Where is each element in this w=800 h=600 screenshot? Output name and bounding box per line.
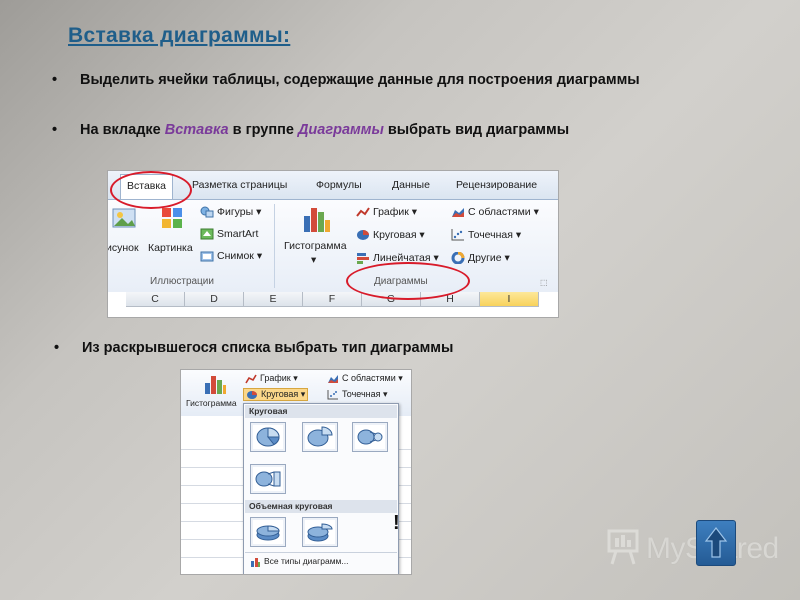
- column-header[interactable]: D: [185, 292, 244, 307]
- pie-button-active[interactable]: Круговая ▾: [243, 388, 309, 401]
- screenshot-button[interactable]: Снимок ▾: [200, 250, 262, 262]
- bar-of-pie-icon: [255, 471, 281, 487]
- tab-data[interactable]: Данные: [392, 179, 430, 191]
- tab-page-layout[interactable]: Разметка страницы: [192, 179, 287, 191]
- menu-divider: [245, 552, 397, 553]
- bullet-text: Выделить ячейки таблицы, содержащие данн…: [80, 72, 640, 88]
- all-charts-icon: [250, 557, 261, 567]
- bullet-text-1: На вкладке: [80, 122, 165, 138]
- bullet-select-type: • Из раскрывшегося списка выбрать тип ди…: [54, 340, 454, 356]
- slide-title: Вставка диаграммы:: [68, 24, 291, 47]
- group-separator: [274, 204, 275, 288]
- watermark-logo: MyShared: [606, 520, 779, 570]
- pie-chart-icon: [356, 229, 370, 241]
- dialog-launcher-icon[interactable]: ⬚: [540, 278, 548, 287]
- bullet-select-cells: • Выделить ячейки таблицы, содержащие да…: [52, 72, 640, 88]
- screenshot-icon: [200, 250, 214, 262]
- donut-chart-icon: [451, 251, 465, 265]
- pie-chart-icon: [246, 390, 258, 400]
- graph-button[interactable]: График ▾: [245, 373, 298, 384]
- 3d-exploded-pie-option[interactable]: [302, 517, 338, 547]
- group-illustrations-label: Иллюстрации: [150, 276, 214, 287]
- scatter-button[interactable]: Точечная ▾: [451, 229, 521, 241]
- up-arrow-icon: [704, 527, 728, 558]
- pie-chart-option[interactable]: [250, 422, 286, 452]
- bar-of-pie-option[interactable]: [250, 464, 286, 494]
- scatter-chart-icon: [451, 229, 465, 241]
- all-chart-types-item[interactable]: Все типы диаграмм...: [250, 556, 349, 567]
- bullet-dot: •: [52, 122, 58, 138]
- pie-dropdown-panel: Круговая Объемная круговая Все типы диаг…: [243, 403, 399, 574]
- line-chart-icon: [356, 206, 370, 218]
- highlight-circle-insert-tab: [110, 171, 192, 209]
- column-header[interactable]: F: [303, 292, 362, 307]
- tab-formulas[interactable]: Формулы: [316, 179, 362, 191]
- area-button[interactable]: С областями ▾: [327, 373, 403, 384]
- bar-chart-icon: [356, 252, 370, 265]
- 3d-pie-icon: [256, 525, 280, 541]
- bullet-text-3: в группе: [228, 122, 298, 138]
- histogram-icon[interactable]: [300, 202, 332, 234]
- line-chart-icon: [245, 374, 257, 384]
- clipart-button[interactable]: Картинка: [148, 242, 193, 254]
- pie-button[interactable]: Круговая ▾: [356, 229, 425, 241]
- area-chart-icon: [451, 206, 465, 218]
- column-header-selected[interactable]: I: [480, 292, 539, 307]
- pie-of-pie-icon: [357, 429, 383, 445]
- tab-review[interactable]: Рецензирование: [456, 179, 537, 191]
- shapes-button[interactable]: Фигуры ▾: [200, 206, 261, 218]
- column-header[interactable]: C: [126, 292, 185, 307]
- picture-button[interactable]: исунок: [108, 242, 139, 254]
- histogram-button[interactable]: Гистограмма: [186, 398, 237, 408]
- section-pie-label: Круговая: [245, 405, 397, 418]
- graph-button[interactable]: График ▾: [356, 206, 417, 218]
- histogram-dropdown-arrow[interactable]: ▾: [311, 254, 316, 266]
- pie-option-icon: [256, 427, 280, 447]
- bullet-highlight-charts: Диаграммы: [297, 122, 384, 138]
- column-header[interactable]: E: [244, 292, 303, 307]
- scatter-button[interactable]: Точечная ▾: [327, 389, 388, 400]
- bullet-dot: •: [52, 72, 58, 88]
- histogram-icon[interactable]: [203, 373, 227, 395]
- column-headers: C D E F G H I: [108, 292, 558, 317]
- exploded-pie-icon: [307, 426, 333, 447]
- exclamation-mark: !: [393, 512, 400, 534]
- exploded-pie-option[interactable]: [302, 422, 338, 452]
- bullet-dot: •: [54, 340, 60, 356]
- other-charts-button[interactable]: Другие ▾: [451, 251, 510, 265]
- section-3d-pie-label: Объемная круговая: [245, 500, 397, 513]
- 3d-exploded-pie-icon: [307, 523, 333, 542]
- pie-of-pie-option[interactable]: [352, 422, 388, 452]
- scroll-up-button[interactable]: [696, 520, 736, 566]
- area-button[interactable]: С областями ▾: [451, 206, 539, 218]
- bullet-insert-tab: • На вкладке Вставка в группе Диаграммы …: [52, 122, 570, 138]
- area-chart-icon: [327, 374, 339, 384]
- chart-dropdown-screenshot: Гистограмма График ▾ Круговая ▾ С област…: [180, 369, 412, 575]
- bullet-highlight-insert: Вставка: [164, 122, 229, 138]
- highlight-circle-charts-group: [346, 262, 470, 300]
- bullet-text: Из раскрывшегося списка выбрать тип диаг…: [82, 340, 454, 356]
- slide: Вставка диаграммы: • Выделить ячейки таб…: [0, 0, 800, 600]
- histogram-button[interactable]: Гистограмма: [284, 240, 347, 252]
- bullet-text-5: выбрать вид диаграммы: [383, 122, 570, 138]
- smartart-icon: [200, 228, 214, 240]
- ribbon-body: исунок Картинка Фигуры ▾ SmartArt Снимок…: [108, 200, 558, 292]
- smartart-button[interactable]: SmartArt: [200, 228, 258, 240]
- scatter-chart-icon: [327, 389, 339, 400]
- shapes-icon: [200, 206, 214, 218]
- 3d-pie-option[interactable]: [250, 517, 286, 547]
- picture-icon[interactable]: [110, 204, 138, 232]
- presentation-board-icon: [607, 529, 639, 565]
